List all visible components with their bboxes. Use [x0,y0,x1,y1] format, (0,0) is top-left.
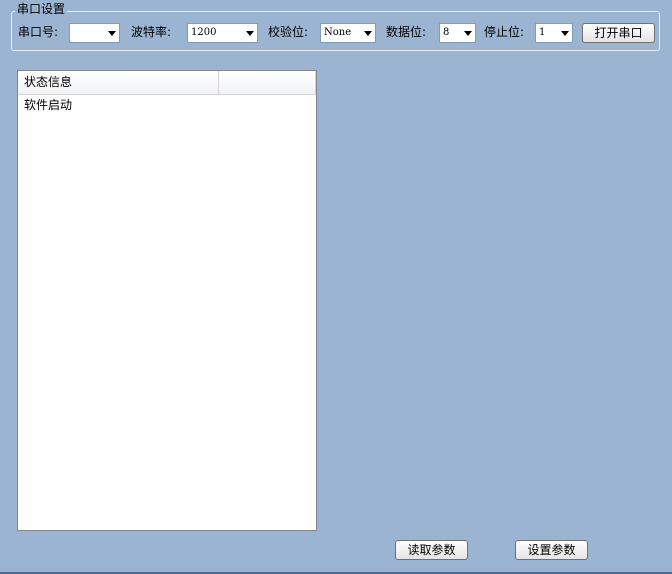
baud-select[interactable]: 1200 [187,23,258,43]
column-header-empty[interactable] [219,71,316,94]
baud-label: 波特率: [131,25,172,39]
stopbits-value: 1 [539,27,546,38]
set-params-button[interactable]: 设置参数 [515,540,588,560]
serial-settings-title: 串口设置 [15,2,68,16]
port-label: 串口号: [18,25,59,39]
open-port-button[interactable]: 打开串口 [582,23,655,43]
list-item[interactable]: 软件启动 [24,97,72,113]
baud-value: 1200 [191,27,217,38]
chevron-down-icon [108,31,116,36]
chevron-down-icon [364,31,372,36]
chevron-down-icon [561,31,569,36]
parity-select[interactable]: None [320,23,376,43]
databits-value: 8 [443,27,450,38]
column-header-status[interactable]: 状态信息 [18,71,219,94]
status-list[interactable]: 状态信息 软件启动 [17,70,317,531]
databits-label: 数据位: [386,25,427,39]
parity-value: None [324,27,352,38]
chevron-down-icon [464,31,472,36]
port-select[interactable] [69,23,120,43]
databits-select[interactable]: 8 [439,23,476,43]
read-params-button[interactable]: 读取参数 [395,540,468,560]
status-list-header: 状态信息 [18,71,316,95]
parity-label: 校验位: [268,25,309,39]
chevron-down-icon [246,31,254,36]
stopbits-select[interactable]: 1 [535,23,573,43]
stopbits-label: 停止位: [484,25,525,39]
